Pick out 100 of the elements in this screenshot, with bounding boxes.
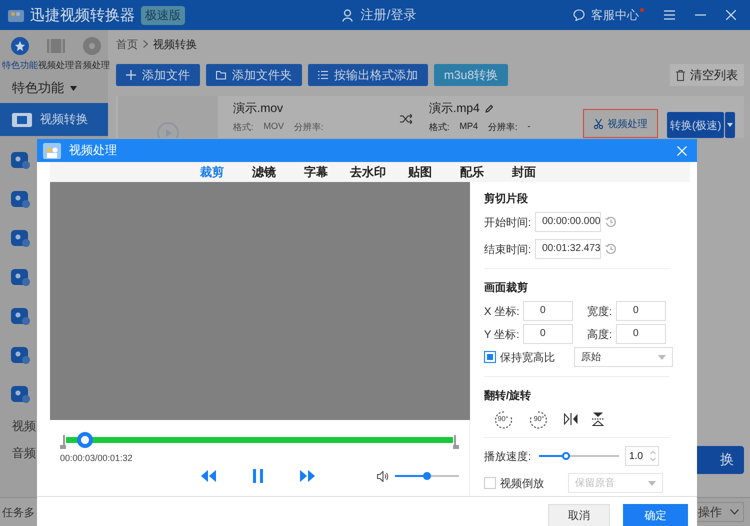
dropdown-caret-icon (658, 354, 666, 360)
sidebar-item[interactable]: 视频转换 (0, 103, 108, 136)
toolbar-button[interactable]: 按输出格式添加 (308, 64, 428, 86)
trim-end-handle-icon[interactable] (453, 435, 459, 449)
spinner-arrows-icon (650, 450, 656, 462)
field-label: 高度: (587, 328, 612, 342)
input-field[interactable]: 0 (616, 301, 666, 321)
section-heading: 画面裁剪 (484, 280, 529, 295)
breadcrumb-link[interactable]: 首页 (116, 36, 138, 52)
speaker-icon (377, 470, 389, 482)
slider-thumb[interactable] (423, 472, 431, 480)
convert-button[interactable]: 转换(极速) (667, 112, 724, 138)
clear-list-button[interactable]: 清空列表 (670, 64, 744, 86)
resolution-label: 分辨率: (488, 121, 518, 134)
fast-forward-icon[interactable] (300, 470, 315, 482)
feature-icon (10, 150, 30, 170)
slider-thumb[interactable] (562, 452, 570, 460)
feature-icon (10, 345, 30, 365)
tab[interactable]: 裁剪 (186, 162, 238, 182)
trash-icon (676, 70, 685, 80)
format-value: MOV (264, 121, 284, 133)
section-heading: 剪切片段 (484, 192, 529, 206)
breadcrumb-link[interactable]: 视频转换 (153, 36, 197, 52)
tab[interactable]: 封面 (498, 162, 550, 182)
input-field[interactable]: 0 (523, 324, 573, 344)
tab[interactable]: 滤镜 (238, 162, 290, 182)
resolution-value: - (528, 121, 531, 133)
tab[interactable]: 去水印 (342, 162, 394, 182)
dropdown-caret-icon (648, 480, 656, 486)
menu-icon[interactable] (664, 10, 675, 20)
format-label: 格式: (429, 121, 450, 134)
resolution-label: 分辨率: (294, 121, 324, 134)
flip-vertical-icon[interactable] (592, 412, 604, 426)
confirm-button[interactable]: 确定 (623, 504, 688, 526)
dropdown-caret-icon[interactable] (725, 112, 736, 138)
app-logo-icon (43, 142, 61, 158)
list-icon (318, 70, 328, 80)
feature-icon (10, 228, 30, 248)
trim-start-handle-icon[interactable] (60, 435, 66, 449)
reset-time-icon[interactable] (605, 243, 618, 255)
section-heading: 翻转/旋转 (484, 388, 532, 403)
mode-tab[interactable]: 音频处理 (74, 36, 110, 75)
dropdown-caret-icon[interactable] (70, 86, 77, 90)
login-link[interactable]: 注册/登录 (360, 6, 416, 24)
mode-tab[interactable]: 特色功能 (2, 36, 38, 75)
tab[interactable]: 贴图 (394, 162, 446, 182)
disc-icon (82, 36, 102, 56)
reset-time-icon[interactable] (605, 216, 618, 228)
chevron-right-icon (143, 40, 148, 48)
notification-dot-icon (640, 8, 644, 12)
checkbox-label: 视频倒放 (500, 476, 545, 490)
speed-input[interactable]: 1.0 (625, 446, 660, 466)
feature-icon (10, 384, 30, 404)
tab[interactable]: 配乐 (446, 162, 498, 182)
input-field[interactable]: 0 (523, 301, 573, 321)
field-label: Y 坐标: (484, 328, 519, 342)
chat-icon (573, 9, 585, 21)
speed-label: 播放速度: (484, 450, 532, 464)
field-label: X 坐标: (484, 304, 519, 318)
playhead-handle[interactable] (77, 432, 94, 448)
scissors-icon (594, 118, 602, 128)
user-icon (342, 8, 353, 22)
tab[interactable]: 字幕 (290, 162, 342, 182)
toolbar-button[interactable]: 添加文件夹 (206, 64, 302, 86)
file-name: 演示.mp4 (429, 100, 480, 117)
video-process-button[interactable]: 视频处理 (583, 109, 658, 138)
pencil-icon[interactable] (484, 104, 493, 113)
shuffle-icon (400, 114, 412, 124)
edition-badge: 极速版 (141, 6, 185, 24)
timeline-track[interactable] (60, 433, 459, 449)
toolbar-button[interactable]: 添加文件 (116, 64, 200, 86)
flip-horizontal-icon[interactable] (564, 413, 578, 425)
time-field[interactable]: 00:00:00.000 (535, 212, 602, 232)
field-label: 结束时间: (484, 242, 532, 256)
playback-time: 00:00:03/00:01:32 (60, 453, 133, 463)
feature-icon (10, 189, 30, 209)
format-value: MP4 (460, 121, 478, 133)
cancel-button[interactable]: 取消 (548, 504, 610, 526)
chevron-down-icon (730, 509, 739, 515)
checkbox[interactable] (484, 351, 496, 363)
close-icon[interactable] (726, 10, 736, 20)
file-name: 演示.mov (233, 100, 284, 117)
field-label: 开始时间: (484, 216, 532, 230)
feature-icon (10, 267, 30, 287)
task-label: 任务多 (2, 506, 35, 520)
mode-tab[interactable]: 视频处理 (38, 36, 74, 75)
pause-icon[interactable] (253, 469, 263, 483)
plus-icon (126, 70, 136, 80)
rewind-icon[interactable] (201, 470, 216, 482)
field-label: 宽度: (587, 304, 612, 318)
ratio-select[interactable]: 原始 (574, 347, 673, 367)
input-field[interactable]: 0 (616, 324, 666, 344)
time-field[interactable]: 00:01:32.473 (535, 239, 602, 259)
dialog-title: 视频处理 (69, 142, 117, 159)
folder-icon (216, 70, 226, 80)
sidebar-label: 音频 (12, 445, 36, 462)
support-link[interactable]: 客服中心 (591, 6, 639, 24)
checkbox[interactable] (484, 477, 496, 489)
app-logo-icon (8, 8, 24, 22)
feature-icon (10, 306, 30, 326)
